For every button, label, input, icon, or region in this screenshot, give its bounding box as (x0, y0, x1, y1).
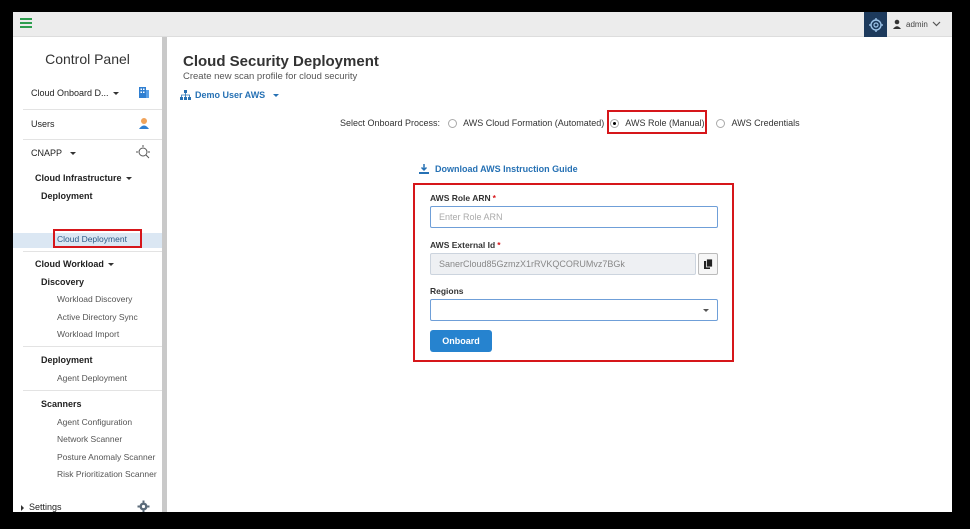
sidebar-item-posture-anomaly-scanner[interactable]: Posture Anomaly Scanner (13, 452, 162, 462)
page-subtitle: Create new scan profile for cloud securi… (183, 71, 358, 82)
sidebar-item-label: CNAPP (31, 148, 63, 158)
sidebar-item-workload-import[interactable]: Workload Import (13, 329, 162, 339)
sidebar-title: Control Panel (45, 51, 130, 67)
account-label: Demo User AWS (195, 90, 266, 100)
sidebar-item-cloud-onboard[interactable]: Cloud Onboard D... (13, 86, 162, 100)
sidebar-item-cnapp[interactable]: CNAPP (13, 145, 162, 161)
sidebar-item-label: Active Directory Sync (57, 312, 138, 322)
highlight-box (53, 229, 142, 248)
chevron-down-icon (932, 21, 941, 27)
radio-button[interactable] (716, 118, 726, 128)
sidebar-heading-deployment-2: Deployment (13, 355, 162, 365)
page-title: Cloud Security Deployment (183, 53, 379, 70)
caret-down-icon (273, 93, 280, 97)
account-selector[interactable]: Demo User AWS (180, 90, 280, 100)
top-bar: admin (13, 12, 952, 37)
sidebar-item-label: Settings (29, 502, 62, 512)
download-guide-link[interactable]: Download AWS Instruction Guide (419, 164, 578, 174)
sidebar-item-users[interactable]: Users (13, 117, 162, 131)
sidebar-item-label: Cloud Workload (35, 259, 104, 269)
sidebar-item-risk-prioritization-scanner[interactable]: Risk Prioritization Scanner (13, 469, 162, 479)
main-content: Cloud Security Deployment Create new sca… (167, 37, 952, 512)
settings-icon[interactable] (864, 12, 887, 37)
sidebar-item-label: Workload Discovery (57, 294, 133, 304)
sidebar-item-label: Deployment (41, 355, 93, 365)
role-arn-input[interactable] (430, 206, 718, 228)
copy-button[interactable] (698, 253, 718, 275)
process-label: Select Onboard Process: (340, 118, 441, 128)
caret-down-icon (70, 152, 77, 156)
user-menu[interactable]: admin (892, 17, 941, 31)
sidebar-group-cloud-workload[interactable]: Cloud Workload (13, 259, 162, 269)
sidebar-item-active-directory-sync[interactable]: Active Directory Sync (13, 312, 162, 322)
sidebar-heading-deployment: Deployment (13, 191, 162, 201)
onboard-button[interactable]: Onboard (430, 330, 492, 352)
sidebar-item-label: Users (31, 119, 55, 129)
sidebar-item-agent-deployment[interactable]: Agent Deployment (13, 373, 162, 383)
role-arn-label: AWS Role ARN * (430, 193, 496, 203)
option-aws-credentials[interactable]: AWS Credentials (716, 118, 800, 128)
scan-icon (136, 145, 150, 161)
regions-select[interactable] (430, 299, 718, 321)
caret-right-icon (21, 504, 24, 511)
sidebar-item-label: Cloud Infrastructure (35, 173, 122, 183)
sidebar-item-label: Risk Prioritization Scanner (57, 469, 157, 479)
menu-icon[interactable] (20, 17, 34, 31)
caret-down-icon (107, 263, 114, 267)
required-marker: * (497, 240, 501, 250)
sidebar-item-label: Network Scanner (57, 434, 123, 444)
sidebar-item-label: Agent Configuration (57, 417, 133, 427)
divider (23, 139, 162, 140)
user-name: admin (906, 19, 928, 29)
onboard-process-selector: Select Onboard Process: AWS Cloud Format… (340, 118, 800, 128)
caret-down-icon (703, 309, 709, 312)
user-avatar-icon (138, 117, 150, 131)
divider (23, 251, 162, 252)
hierarchy-icon (180, 90, 191, 100)
user-icon (893, 19, 901, 29)
external-id-input[interactable] (430, 253, 696, 275)
download-icon (419, 164, 429, 174)
sidebar-heading-scanners: Scanners (13, 399, 162, 409)
caret-down-icon (112, 92, 119, 96)
sidebar: Control Panel Cloud Onboard D... Users C… (13, 37, 162, 512)
divider (23, 390, 162, 391)
external-id-label: AWS External Id * (430, 240, 501, 250)
app-window: admin Control Panel Cloud Onboard D... U… (13, 12, 952, 512)
building-icon (138, 86, 150, 100)
divider (23, 109, 162, 110)
download-label: Download AWS Instruction Guide (435, 164, 578, 174)
gear-icon (137, 500, 150, 512)
sidebar-item-label: Scanners (41, 399, 82, 409)
sidebar-heading-discovery: Discovery (13, 277, 162, 287)
sidebar-item-network-scanner[interactable]: Network Scanner (13, 434, 162, 444)
sidebar-group-cloud-infrastructure[interactable]: Cloud Infrastructure (13, 173, 162, 183)
caret-down-icon (125, 177, 132, 181)
sidebar-item-settings[interactable]: Settings (13, 500, 162, 512)
sidebar-item-workload-discovery[interactable]: Workload Discovery (13, 294, 162, 304)
highlight-box (607, 110, 707, 134)
option-cloud-formation[interactable]: AWS Cloud Formation (Automated) (448, 118, 604, 128)
label-text: AWS External Id (430, 240, 496, 250)
option-label: AWS Credentials (731, 118, 800, 128)
sidebar-item-label: Workload Import (57, 329, 120, 339)
radio-button[interactable] (448, 118, 458, 128)
sidebar-item-label: Discovery (41, 277, 85, 287)
label-text: AWS Role ARN (430, 193, 491, 203)
divider (23, 346, 162, 347)
option-label: AWS Cloud Formation (Automated) (463, 118, 605, 128)
copy-icon (703, 259, 713, 269)
regions-label: Regions (430, 286, 464, 296)
sidebar-item-label: Deployment (41, 191, 93, 201)
sidebar-item-label: Cloud Onboard D... (31, 88, 109, 98)
sidebar-item-agent-configuration[interactable]: Agent Configuration (13, 417, 162, 427)
sidebar-item-label: Agent Deployment (57, 373, 127, 383)
required-marker: * (492, 193, 496, 203)
sidebar-item-label: Posture Anomaly Scanner (57, 452, 156, 462)
